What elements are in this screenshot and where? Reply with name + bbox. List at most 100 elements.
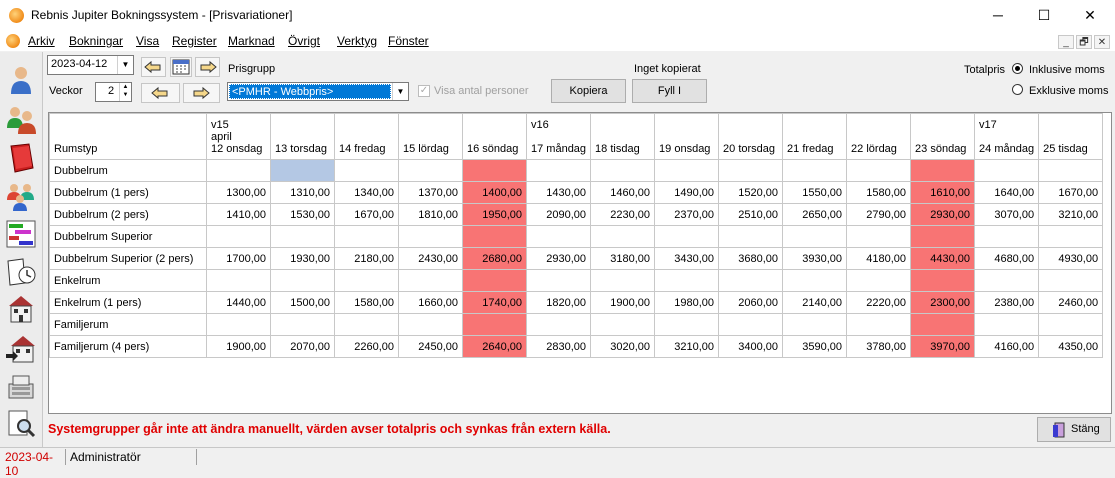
price-cell[interactable] (334, 225, 399, 248)
price-cell[interactable] (718, 225, 784, 248)
price-cell[interactable]: 1640,00 (974, 181, 1040, 204)
price-cell[interactable] (654, 159, 720, 182)
price-cell[interactable]: 1530,00 (270, 203, 335, 226)
mdi-minimize-button[interactable]: _ (1058, 35, 1074, 49)
price-cell[interactable] (398, 269, 463, 292)
menu-register[interactable]: Register (172, 34, 217, 48)
price-cell[interactable]: 1950,00 (462, 203, 527, 226)
price-cell[interactable] (525, 225, 592, 248)
price-cell[interactable] (334, 313, 399, 336)
mdi-restore-button[interactable]: 🗗 (1076, 35, 1092, 49)
price-cell[interactable] (782, 313, 848, 336)
price-cell[interactable]: 1410,00 (206, 203, 271, 226)
price-cell[interactable]: 2060,00 (718, 291, 784, 314)
price-cell[interactable]: 4160,00 (974, 335, 1040, 358)
price-cell[interactable] (1038, 225, 1104, 248)
price-cell[interactable]: 2230,00 (590, 203, 656, 226)
menu-bokningar[interactable]: Bokningar (69, 34, 123, 48)
group-booking-icon[interactable] (5, 180, 37, 212)
price-cell[interactable]: 2370,00 (654, 203, 720, 226)
price-cell[interactable] (206, 159, 271, 182)
price-cell[interactable]: 1490,00 (654, 181, 720, 204)
price-cell[interactable] (525, 313, 592, 336)
price-cell[interactable]: 3400,00 (718, 335, 784, 358)
guest-icon[interactable] (5, 64, 37, 96)
price-cell[interactable]: 1500,00 (270, 291, 335, 314)
mdi-system-icon[interactable] (6, 34, 20, 48)
price-cell[interactable]: 1580,00 (334, 291, 399, 314)
price-cell[interactable] (974, 159, 1040, 182)
price-cell[interactable] (974, 269, 1040, 292)
price-cell[interactable]: 2140,00 (782, 291, 848, 314)
inklusive-radio[interactable] (1012, 63, 1023, 74)
price-cell[interactable]: 2680,00 (462, 247, 527, 270)
price-cell[interactable]: 1610,00 (910, 181, 976, 204)
minimize-button[interactable]: ─ (975, 0, 1021, 31)
history-icon[interactable] (5, 255, 37, 287)
price-cell[interactable]: 2260,00 (334, 335, 399, 358)
price-cell[interactable]: 3930,00 (782, 247, 848, 270)
price-cell[interactable]: 1670,00 (1038, 181, 1104, 204)
stang-button[interactable]: Stäng (1037, 417, 1111, 442)
price-cell[interactable] (206, 269, 271, 292)
price-cell[interactable] (910, 313, 976, 336)
price-cell[interactable]: 1580,00 (846, 181, 912, 204)
price-cell[interactable] (718, 159, 784, 182)
price-cell[interactable]: 2220,00 (846, 291, 912, 314)
price-cell[interactable]: 3680,00 (718, 247, 784, 270)
price-cell[interactable] (270, 159, 335, 182)
spinner-arrows-icon[interactable]: ▲ ▼ (119, 83, 131, 101)
price-cell[interactable]: 2510,00 (718, 203, 784, 226)
price-cell[interactable]: 3210,00 (654, 335, 720, 358)
cash-register-icon[interactable] (5, 370, 37, 402)
price-cell[interactable]: 3210,00 (1038, 203, 1104, 226)
menu-ovrigt[interactable]: Övrigt (288, 34, 320, 48)
price-cell[interactable] (910, 159, 976, 182)
price-cell[interactable]: 1900,00 (590, 291, 656, 314)
close-button[interactable]: ✕ (1067, 0, 1113, 31)
price-cell[interactable]: 3970,00 (910, 335, 976, 358)
fyll-button[interactable]: Fyll I (632, 79, 707, 103)
price-cell[interactable] (398, 225, 463, 248)
price-cell[interactable] (590, 313, 656, 336)
visa-antal-checkbox[interactable]: ✓ (418, 85, 430, 97)
search-document-icon[interactable] (5, 408, 37, 440)
price-cell[interactable]: 1300,00 (206, 181, 271, 204)
price-cell[interactable]: 3070,00 (974, 203, 1040, 226)
price-cell[interactable] (525, 159, 592, 182)
price-cell[interactable]: 3780,00 (846, 335, 912, 358)
price-cell[interactable]: 2460,00 (1038, 291, 1104, 314)
prev-week-button[interactable] (141, 57, 166, 77)
guests-group-icon[interactable] (5, 104, 37, 136)
price-cell[interactable] (718, 269, 784, 292)
price-cell[interactable]: 3020,00 (590, 335, 656, 358)
price-cell[interactable] (462, 269, 527, 292)
price-cell[interactable] (462, 159, 527, 182)
menu-fonster[interactable]: Fönster (388, 34, 429, 48)
price-cell[interactable] (525, 269, 592, 292)
next-period-button[interactable] (183, 83, 220, 103)
price-cell[interactable] (206, 225, 271, 248)
menu-marknad[interactable]: Marknad (228, 34, 275, 48)
mdi-close-button[interactable]: ✕ (1094, 35, 1110, 49)
price-cell[interactable] (1038, 269, 1104, 292)
price-cell[interactable]: 1740,00 (462, 291, 527, 314)
price-cell[interactable]: 2180,00 (334, 247, 399, 270)
price-cell[interactable] (1038, 159, 1104, 182)
price-cell[interactable]: 3430,00 (654, 247, 720, 270)
price-cell[interactable]: 1400,00 (462, 181, 527, 204)
menu-verktyg[interactable]: Verktyg (337, 34, 377, 48)
chevron-down-icon[interactable]: ▼ (117, 56, 133, 74)
price-cell[interactable]: 1900,00 (206, 335, 271, 358)
price-cell[interactable]: 4350,00 (1038, 335, 1104, 358)
price-cell[interactable] (654, 225, 720, 248)
price-cell[interactable]: 1430,00 (525, 181, 592, 204)
price-cell[interactable] (782, 269, 848, 292)
price-cell[interactable]: 2070,00 (270, 335, 335, 358)
price-cell[interactable] (910, 225, 976, 248)
price-cell[interactable]: 1460,00 (590, 181, 656, 204)
price-cell[interactable]: 2640,00 (462, 335, 527, 358)
price-cell[interactable]: 1340,00 (334, 181, 399, 204)
booking-book-icon[interactable] (5, 142, 37, 174)
room-plan-icon[interactable] (5, 218, 37, 250)
